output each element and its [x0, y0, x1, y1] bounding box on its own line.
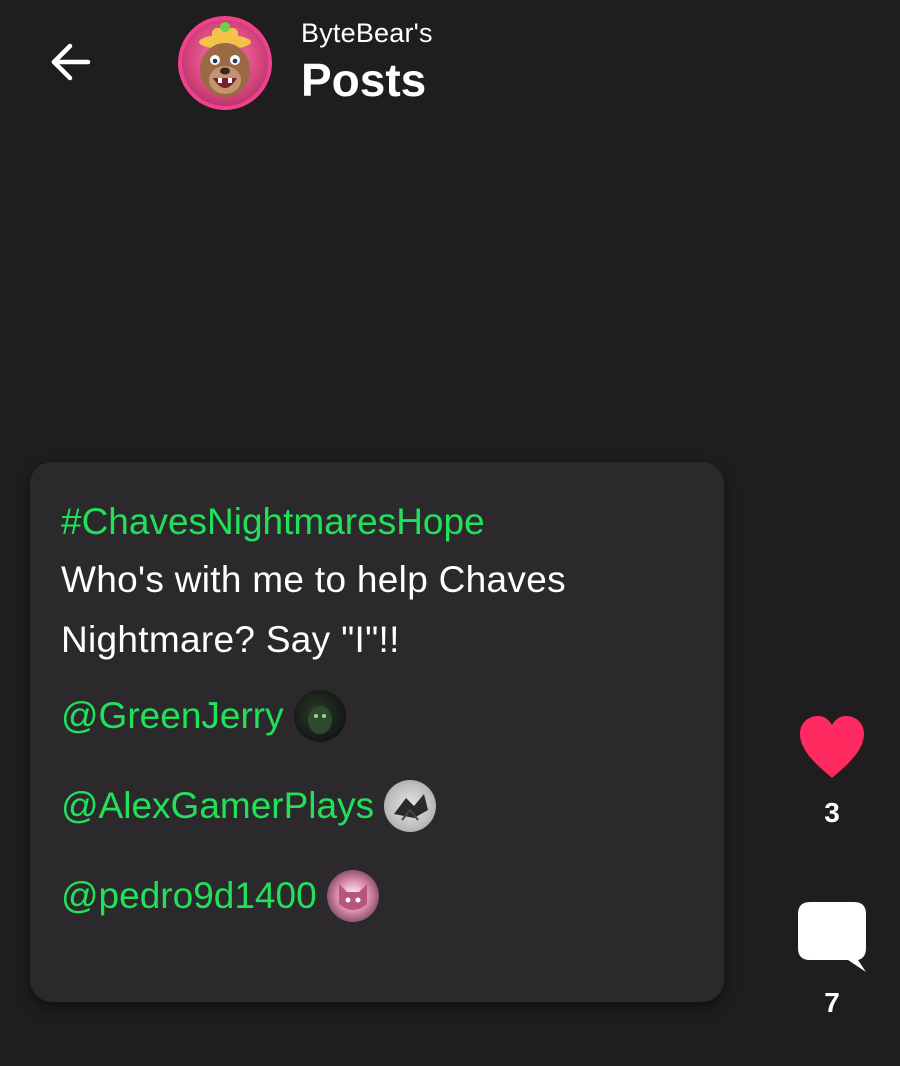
- like-button[interactable]: [796, 714, 868, 780]
- mention-name[interactable]: @GreenJerry: [61, 688, 284, 744]
- post-body-text: Who's with me to help Chaves Nightmare? …: [61, 559, 566, 660]
- comment-bubble-icon: [798, 902, 866, 972]
- fox-character-avatar-icon: [338, 884, 367, 910]
- profile-avatar[interactable]: [178, 16, 272, 110]
- mention-pedro9d1400[interactable]: @pedro9d1400: [61, 868, 694, 924]
- mention-greenjerry[interactable]: @GreenJerry: [61, 688, 694, 744]
- mention-alexgamerplays[interactable]: @AlexGamerPlays: [61, 778, 694, 834]
- comment-button[interactable]: [796, 900, 868, 974]
- post-card[interactable]: #ChavesNightmaresHope Who's with me to h…: [30, 462, 724, 1002]
- heart-icon: [800, 716, 864, 778]
- mention-list: @GreenJerry @AlexGamerPlays @pedro9d1400: [61, 688, 694, 924]
- mention-avatar[interactable]: [293, 690, 346, 742]
- header-subtitle: ByteBear's: [301, 18, 433, 48]
- header-title-block: ByteBear's Posts: [301, 16, 433, 108]
- like-count: 3: [824, 797, 840, 828]
- back-button[interactable]: [40, 34, 100, 90]
- post-hashtag-link[interactable]: #ChavesNightmaresHope: [61, 498, 694, 546]
- mention-avatar[interactable]: [326, 870, 379, 922]
- comment-count: 7: [824, 987, 840, 1018]
- page-title: Posts: [301, 54, 427, 106]
- mention-avatar[interactable]: [384, 780, 437, 832]
- arrow-left-icon: [51, 43, 91, 81]
- mention-name[interactable]: @pedro9d1400: [61, 868, 317, 924]
- green-character-avatar-icon: [307, 706, 332, 734]
- mention-name[interactable]: @AlexGamerPlays: [61, 778, 374, 834]
- posts-screen: ByteBear's Posts #ChavesNightmaresHope W…: [0, 0, 900, 1066]
- bear-avatar-image: [199, 22, 251, 97]
- sketch-character-avatar-icon: [394, 794, 429, 821]
